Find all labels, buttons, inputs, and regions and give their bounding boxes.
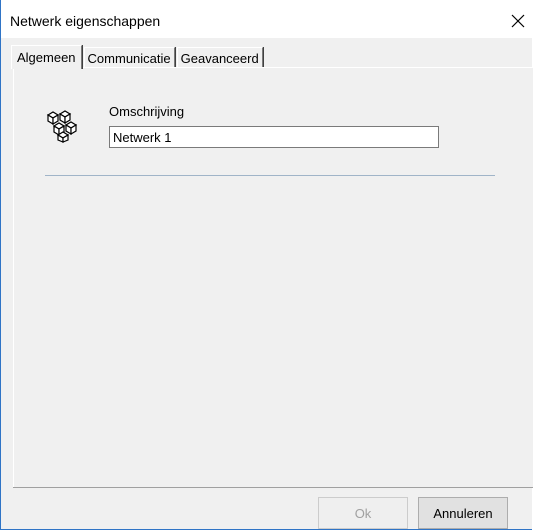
title-bar[interactable]: Netwerk eigenschappen <box>1 0 533 38</box>
close-button[interactable] <box>503 6 533 36</box>
window-title: Netwerk eigenschappen <box>10 13 161 29</box>
tab-label: Geavanceerd <box>180 50 259 66</box>
ok-button[interactable]: Ok <box>318 497 408 529</box>
tab-communicatie[interactable]: Communicatie <box>83 47 175 68</box>
tab-label: Communicatie <box>87 50 171 66</box>
tab-algemeen[interactable]: Algemeen <box>11 45 82 69</box>
divider <box>45 175 495 176</box>
tab-label: Algemeen <box>17 50 76 65</box>
tab-geavanceerd[interactable]: Geavanceerd <box>176 47 263 68</box>
description-input[interactable] <box>109 126 439 148</box>
network-cubes-icon <box>46 110 78 143</box>
cancel-button[interactable]: Annuleren <box>418 497 508 529</box>
divider <box>13 487 533 488</box>
description-label: Omschrijving <box>109 104 185 119</box>
close-icon <box>511 14 525 28</box>
properties-dialog: Netwerk eigenschappen Algemeen Communica… <box>0 0 533 530</box>
ok-button-label: Ok <box>354 505 372 521</box>
cancel-button-label: Annuleren <box>433 505 493 521</box>
tab-strip: Algemeen Communicatie Geavanceerd <box>11 44 265 69</box>
